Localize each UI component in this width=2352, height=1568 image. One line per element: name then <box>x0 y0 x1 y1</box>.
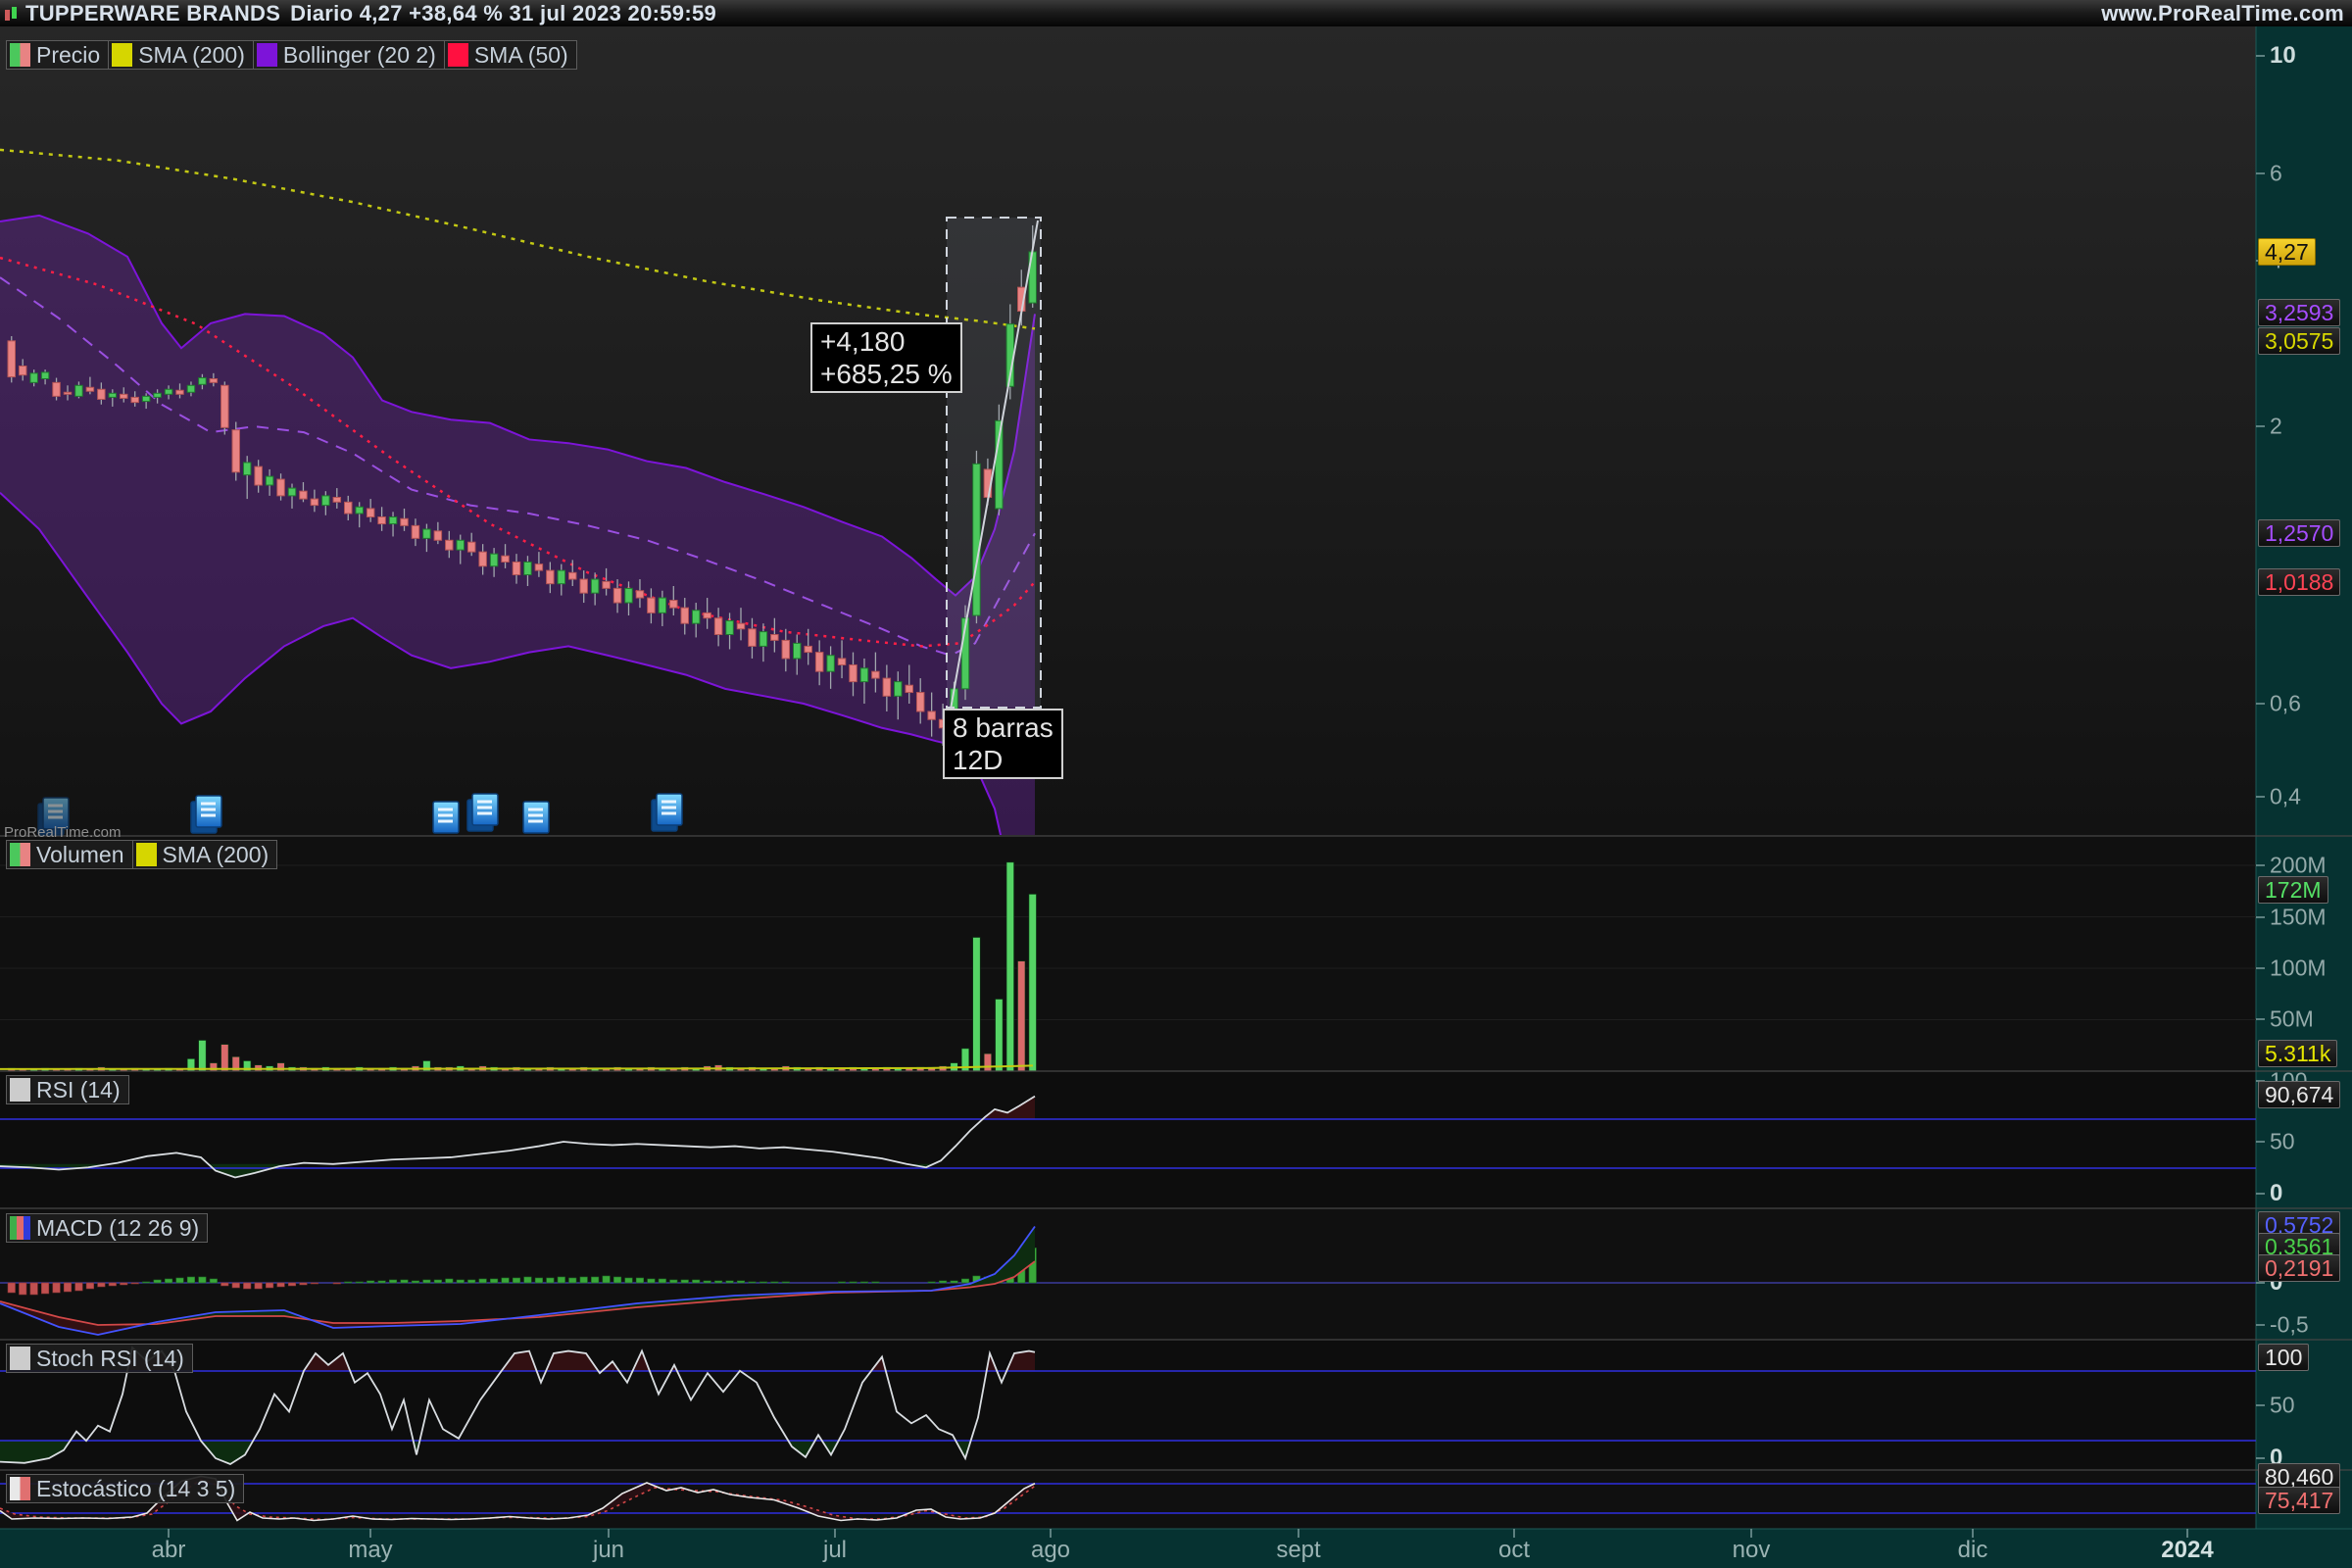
legend-swatch <box>448 43 468 67</box>
document-icon[interactable] <box>523 802 549 833</box>
time-axis-label: may <box>348 1537 392 1564</box>
bars-count: 8 barras <box>953 711 1054 744</box>
brand-link: www.ProRealTime.com <box>2101 1 2344 26</box>
watermark: ProRealTime.com <box>4 824 121 841</box>
instrument-subtitle: Diario 4,27 +38,64 % 31 jul 2023 20:59:5… <box>290 1 716 26</box>
legend-swatch <box>10 843 30 866</box>
axis-tick-label: 50 <box>2270 1129 2295 1155</box>
time-axis-label: sept <box>1276 1537 1320 1564</box>
legend-label: Bollinger (20 2) <box>283 42 436 69</box>
axis-tick-label: 200M <box>2270 853 2327 879</box>
legend-label: SMA (50) <box>474 42 568 69</box>
measure-tooltip: +4,180 +685,25 % <box>810 322 962 393</box>
document-icon[interactable] <box>652 794 682 831</box>
legend-label: SMA (200) <box>163 842 270 868</box>
legend-swatch <box>10 1216 30 1240</box>
legend-item-macd-12-26-9-[interactable]: MACD (12 26 9) <box>6 1213 208 1243</box>
title-bar: TUPPERWARE BRANDS Diario 4,27 +38,64 % 3… <box>0 0 2352 26</box>
measure-change-pct: +685,25 % <box>820 358 953 390</box>
legend-swatch <box>10 1347 30 1370</box>
axis-tick-label: 2 <box>2270 414 2282 440</box>
legend-macd-panel: MACD (12 26 9) <box>6 1213 208 1243</box>
legend-swatch <box>10 43 30 67</box>
axis-tick-label: 6 <box>2270 161 2282 187</box>
time-axis-label: oct <box>1498 1537 1530 1564</box>
axis-tick-label: 0,4 <box>2270 784 2301 810</box>
legend-label: SMA (200) <box>138 42 245 69</box>
legend-swatch <box>257 43 277 67</box>
time-axis-label: dic <box>1958 1537 1988 1564</box>
legend-swatch <box>10 1078 30 1102</box>
axis-tick-label: 50 <box>2270 1393 2295 1419</box>
time-axis-label: 2024 <box>2161 1537 2213 1564</box>
axis-value-badge: 75,417 <box>2258 1487 2340 1514</box>
measure-change: +4,180 <box>820 325 953 358</box>
axis-value-badge: 3,2593 <box>2258 299 2340 326</box>
time-axis-label: abr <box>152 1537 186 1564</box>
legend-item-stoch-rsi-14-[interactable]: Stoch RSI (14) <box>6 1344 193 1373</box>
axis-tick-label: 100M <box>2270 956 2327 982</box>
axis-value-badge: 1,0188 <box>2258 568 2340 596</box>
axis-value-badge: 5.311k <box>2258 1040 2337 1067</box>
legend-stochastic-panel: Estocástico (14 3 5) <box>6 1474 244 1503</box>
prorealtime-window: TUPPERWARE BRANDS Diario 4,27 +38,64 % 3… <box>0 0 2352 1568</box>
bars-tooltip: 8 barras 12D <box>943 709 1063 779</box>
axis-tick-label: 150M <box>2270 905 2327 931</box>
legend-price-panel: Precio SMA (200) Bollinger (20 2) SMA (50) <box>6 40 577 70</box>
axis-tick-label: 0 <box>2270 1180 2282 1207</box>
legend-label: Stoch RSI (14) <box>36 1346 184 1372</box>
axis-value-badge: 100 <box>2258 1344 2309 1371</box>
legend-item-sma-200-[interactable]: SMA (200) <box>109 40 254 70</box>
document-icon[interactable] <box>467 794 498 831</box>
axis-tick-label: 0,6 <box>2270 691 2301 717</box>
legend-volume-panel: Volumen SMA (200) <box>6 840 277 869</box>
legend-item-sma-50-[interactable]: SMA (50) <box>445 40 577 70</box>
legend-swatch <box>136 843 157 866</box>
axis-tick-label: 50M <box>2270 1006 2314 1033</box>
time-axis-label: jun <box>593 1537 624 1564</box>
time-axis-label: jul <box>823 1537 847 1564</box>
legend-item-estoc-stico-14-3-5-[interactable]: Estocástico (14 3 5) <box>6 1474 244 1503</box>
axis-value-badge: 1,2570 <box>2258 519 2340 547</box>
legend-label: MACD (12 26 9) <box>36 1215 199 1242</box>
legend-swatch <box>112 43 132 67</box>
legend-item-precio[interactable]: Precio <box>6 40 109 70</box>
bars-duration: 12D <box>953 744 1054 776</box>
axis-value-badge: 172M <box>2258 876 2328 904</box>
time-axis-label: ago <box>1031 1537 1070 1564</box>
legend-label: Estocástico (14 3 5) <box>36 1476 235 1502</box>
legend-swatch <box>10 1477 30 1500</box>
legend-stochrsi-panel: Stoch RSI (14) <box>6 1344 193 1373</box>
axis-value-badge: 90,674 <box>2258 1081 2340 1108</box>
chart-canvas[interactable] <box>0 0 2352 1568</box>
axis-tick-label: 10 <box>2270 42 2296 70</box>
candlestick-icon <box>4 6 20 22</box>
time-axis-label: nov <box>1733 1537 1771 1564</box>
legend-label: Precio <box>36 42 100 69</box>
axis-value-badge: 0,2191 <box>2258 1254 2340 1282</box>
instrument-title: TUPPERWARE BRANDS <box>25 1 280 26</box>
document-icon[interactable] <box>191 796 221 833</box>
legend-item-rsi-14-[interactable]: RSI (14) <box>6 1075 129 1104</box>
axis-value-badge: 4,27 <box>2258 238 2316 266</box>
axis-value-badge: 3,0575 <box>2258 327 2340 355</box>
legend-item-sma-200-[interactable]: SMA (200) <box>133 840 278 869</box>
axis-tick-label: -0,5 <box>2270 1312 2309 1339</box>
legend-label: Volumen <box>36 842 124 868</box>
legend-label: RSI (14) <box>36 1077 121 1103</box>
document-icon[interactable] <box>433 802 459 833</box>
legend-item-volumen[interactable]: Volumen <box>6 840 133 869</box>
legend-item-bollinger-20-2-[interactable]: Bollinger (20 2) <box>254 40 445 70</box>
legend-rsi-panel: RSI (14) <box>6 1075 129 1104</box>
